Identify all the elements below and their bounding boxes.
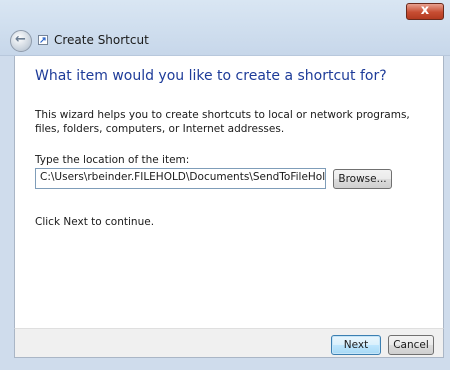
title-bar: x ← Create Shortcut (0, 0, 450, 56)
close-button[interactable]: x (406, 3, 444, 20)
page-title: What item would you like to create a sho… (35, 68, 387, 84)
location-label: Type the location of the item: (35, 154, 190, 166)
close-icon: x (420, 3, 430, 18)
wizard-description: This wizard helps you to create shortcut… (35, 109, 410, 135)
continue-instruction: Click Next to continue. (35, 216, 155, 228)
window-title: Create Shortcut (54, 33, 149, 47)
wizard-page: What item would you like to create a sho… (14, 56, 444, 328)
browse-button[interactable]: Browse... (333, 169, 392, 189)
create-shortcut-window: x ← Create Shortcut What item would you … (0, 0, 450, 370)
shortcut-icon (38, 35, 48, 45)
window-frame-bottom (0, 358, 450, 370)
back-arrow-icon: ← (15, 32, 26, 47)
next-button[interactable]: Next (331, 335, 381, 355)
cancel-button[interactable]: Cancel (388, 335, 434, 355)
location-input[interactable]: C:\Users\rbeinder.FILEHOLD\Documents\Sen… (35, 168, 326, 189)
back-button[interactable]: ← (10, 30, 32, 52)
button-bar: Next Cancel (14, 328, 444, 358)
